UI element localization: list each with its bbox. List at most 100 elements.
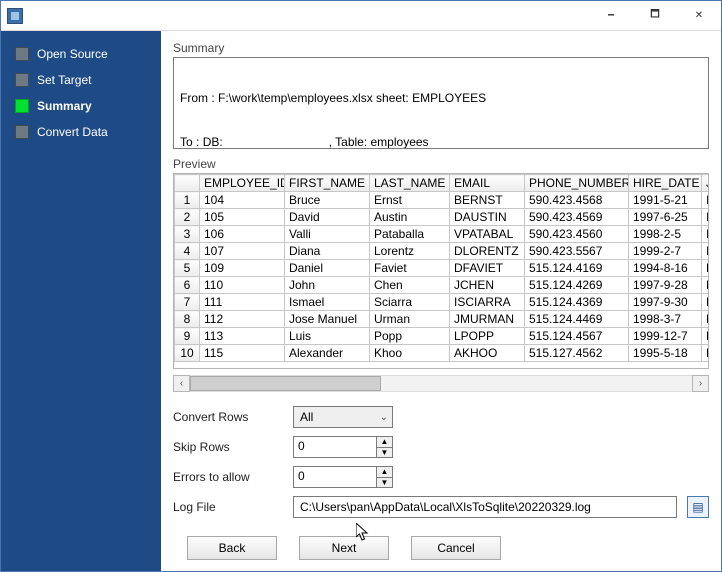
table-row[interactable]: 6110JohnChenJCHEN515.124.42691997-9-28FI… — [175, 277, 710, 294]
table-cell[interactable]: Alexander — [285, 345, 370, 362]
table-cell[interactable]: 113 — [200, 328, 285, 345]
scroll-left-button[interactable]: ‹ — [173, 375, 190, 392]
table-cell[interactable]: 590.423.4568 — [525, 192, 629, 209]
table-cell[interactable]: 107 — [200, 243, 285, 260]
table-row[interactable]: 5109DanielFavietDFAVIET515.124.41691994-… — [175, 260, 710, 277]
table-cell[interactable]: 106 — [200, 226, 285, 243]
spin-down-icon[interactable]: ▼ — [377, 447, 392, 458]
table-cell[interactable]: 112 — [200, 311, 285, 328]
table-cell[interactable]: 1997-9-30 — [629, 294, 702, 311]
table-cell[interactable]: 590.423.4560 — [525, 226, 629, 243]
table-cell[interactable]: Ismael — [285, 294, 370, 311]
scroll-thumb[interactable] — [190, 376, 381, 391]
table-cell[interactable]: John — [285, 277, 370, 294]
back-button[interactable]: Back — [187, 536, 277, 560]
table-cell[interactable]: Bruce — [285, 192, 370, 209]
nav-item-summary[interactable]: Summary — [1, 93, 161, 119]
row-number-cell[interactable]: 2 — [175, 209, 200, 226]
table-cell[interactable]: 515.124.4269 — [525, 277, 629, 294]
table-cell[interactable]: 1994-8-16 — [629, 260, 702, 277]
skip-rows-spinner[interactable]: 0 ▲ ▼ — [293, 436, 393, 458]
row-number-cell[interactable]: 3 — [175, 226, 200, 243]
table-cell[interactable]: 515.124.4169 — [525, 260, 629, 277]
table-cell[interactable]: FI_ACCOUNT — [702, 311, 710, 328]
row-number-cell[interactable]: 8 — [175, 311, 200, 328]
column-header[interactable]: PHONE_NUMBER — [525, 175, 629, 192]
table-cell[interactable]: 1995-5-18 — [629, 345, 702, 362]
table-cell[interactable]: 1998-2-5 — [629, 226, 702, 243]
table-cell[interactable]: 109 — [200, 260, 285, 277]
table-cell[interactable]: ISCIARRA — [450, 294, 525, 311]
table-cell[interactable]: Sciarra — [370, 294, 450, 311]
column-header[interactable]: EMAIL — [450, 175, 525, 192]
scroll-right-button[interactable]: › — [692, 375, 709, 392]
table-cell[interactable]: JCHEN — [450, 277, 525, 294]
errors-spinner[interactable]: 0 ▲ ▼ — [293, 466, 393, 488]
row-number-cell[interactable]: 5 — [175, 260, 200, 277]
table-cell[interactable]: 105 — [200, 209, 285, 226]
table-cell[interactable]: Luis — [285, 328, 370, 345]
column-header[interactable]: HIRE_DATE — [629, 175, 702, 192]
table-cell[interactable]: 515.124.4567 — [525, 328, 629, 345]
table-cell[interactable]: IT_PROG — [702, 209, 710, 226]
cancel-button[interactable]: Cancel — [411, 536, 501, 560]
table-cell[interactable]: IT_PROG — [702, 243, 710, 260]
row-number-header[interactable] — [175, 175, 200, 192]
convert-rows-select[interactable]: All ⌄ — [293, 406, 393, 428]
scroll-track[interactable] — [190, 375, 692, 392]
table-cell[interactable]: Daniel — [285, 260, 370, 277]
table-cell[interactable]: 590.423.4569 — [525, 209, 629, 226]
column-header[interactable]: EMPLOYEE_ID — [200, 175, 285, 192]
nav-item-set-target[interactable]: Set Target — [1, 67, 161, 93]
table-row[interactable]: 8112Jose ManuelUrmanJMURMAN515.124.44691… — [175, 311, 710, 328]
spin-up-icon[interactable]: ▲ — [377, 467, 392, 477]
row-number-cell[interactable]: 6 — [175, 277, 200, 294]
close-button[interactable]: ✕ — [677, 1, 721, 30]
table-cell[interactable]: 1998-3-7 — [629, 311, 702, 328]
column-header[interactable]: LAST_NAME — [370, 175, 450, 192]
table-cell[interactable]: 590.423.5567 — [525, 243, 629, 260]
column-header[interactable]: JOB_ID — [702, 175, 710, 192]
table-cell[interactable]: 515.124.4369 — [525, 294, 629, 311]
skip-rows-value[interactable]: 0 — [294, 437, 376, 457]
table-row[interactable]: 7111IsmaelSciarraISCIARRA515.124.4369199… — [175, 294, 710, 311]
table-cell[interactable]: 1999-12-7 — [629, 328, 702, 345]
table-cell[interactable]: FI_ACCOUNT — [702, 277, 710, 294]
table-cell[interactable]: IT_PROG — [702, 226, 710, 243]
table-cell[interactable]: JMURMAN — [450, 311, 525, 328]
logfile-input[interactable]: C:\Users\pan\AppData\Local\XlsToSqlite\2… — [293, 496, 677, 518]
table-row[interactable]: 2105DavidAustinDAUSTIN590.423.45691997-6… — [175, 209, 710, 226]
table-cell[interactable]: Popp — [370, 328, 450, 345]
column-header[interactable]: FIRST_NAME — [285, 175, 370, 192]
next-button[interactable]: Next — [299, 536, 389, 560]
table-cell[interactable]: 104 — [200, 192, 285, 209]
table-cell[interactable]: DFAVIET — [450, 260, 525, 277]
table-cell[interactable]: Chen — [370, 277, 450, 294]
row-number-cell[interactable]: 10 — [175, 345, 200, 362]
table-cell[interactable]: Ernst — [370, 192, 450, 209]
table-cell[interactable]: 1999-2-7 — [629, 243, 702, 260]
maximize-button[interactable]: 🗖 — [633, 1, 677, 30]
table-cell[interactable]: 1997-9-28 — [629, 277, 702, 294]
minimize-button[interactable]: 🗕 — [589, 1, 633, 30]
table-cell[interactable]: Lorentz — [370, 243, 450, 260]
nav-item-open-source[interactable]: Open Source — [1, 41, 161, 67]
table-cell[interactable]: Diana — [285, 243, 370, 260]
table-cell[interactable]: 515.124.4469 — [525, 311, 629, 328]
table-row[interactable]: 4107DianaLorentzDLORENTZ590.423.55671999… — [175, 243, 710, 260]
table-cell[interactable]: Austin — [370, 209, 450, 226]
table-cell[interactable]: FI_ACCOUNT — [702, 328, 710, 345]
table-cell[interactable]: Urman — [370, 311, 450, 328]
table-cell[interactable]: 115 — [200, 345, 285, 362]
table-cell[interactable]: Faviet — [370, 260, 450, 277]
table-row[interactable]: 9113LuisPoppLPOPP515.124.45671999-12-7FI… — [175, 328, 710, 345]
table-cell[interactable]: DLORENTZ — [450, 243, 525, 260]
logfile-browse-button[interactable]: ▤ — [687, 496, 709, 518]
errors-value[interactable]: 0 — [294, 467, 376, 487]
table-cell[interactable]: PU_CLERK — [702, 345, 710, 362]
table-cell[interactable]: FI_ACCOUNT — [702, 260, 710, 277]
table-cell[interactable]: DAUSTIN — [450, 209, 525, 226]
table-cell[interactable]: Khoo — [370, 345, 450, 362]
table-cell[interactable]: IT_PROG — [702, 192, 710, 209]
row-number-cell[interactable]: 1 — [175, 192, 200, 209]
